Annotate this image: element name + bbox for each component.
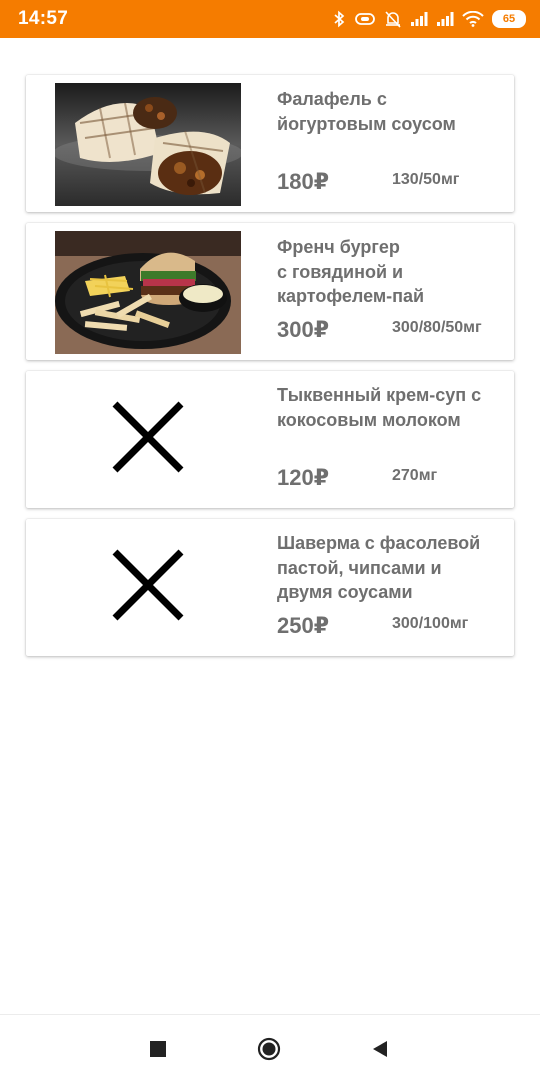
menu-list: Фалафель с йогуртовым соусом 180₽ 130/50…	[26, 75, 514, 667]
bell-off-icon	[384, 10, 402, 28]
menu-item-price: 300₽	[277, 317, 330, 342]
no-image-icon	[112, 401, 184, 473]
wifi-icon	[462, 11, 484, 27]
burger-fries-photo	[55, 231, 241, 354]
menu-item-card[interactable]: Шаверма с фасолевой пастой, чипсами и дв…	[26, 519, 514, 656]
back-button[interactable]	[368, 1037, 392, 1061]
menu-item-card[interactable]: Тыквенный крем-суп с кокосовым молоком 1…	[26, 371, 514, 508]
menu-item-weight: 300/100мг	[392, 615, 469, 632]
menu-item-card[interactable]: Фалафель с йогуртовым соусом 180₽ 130/50…	[26, 75, 514, 212]
menu-item-title: Шаверма с фасолевой пастой, чипсами и дв…	[277, 533, 481, 602]
vibrate-icon	[354, 11, 376, 27]
circle-icon	[257, 1037, 281, 1061]
menu-item-price: 120₽	[277, 465, 330, 490]
battery-level: 65	[502, 13, 516, 25]
status-icons: 65	[332, 8, 526, 30]
bluetooth-icon	[332, 10, 346, 28]
status-bar: 14:57 65	[0, 0, 540, 38]
square-icon	[150, 1041, 166, 1057]
menu-item-card[interactable]: Френч бургер с говядиной и картофелем-па…	[26, 223, 514, 360]
menu-item-price: 250₽	[277, 613, 330, 638]
menu-item-weight: 270мг	[392, 467, 438, 484]
menu-item-price: 180₽	[277, 169, 330, 194]
menu-item-weight: 130/50мг	[392, 171, 460, 188]
navigation-bar	[0, 1014, 540, 1081]
triangle-left-icon	[373, 1041, 387, 1057]
falafel-wrap-photo	[55, 83, 241, 206]
home-button[interactable]	[257, 1037, 281, 1061]
battery-icon: 65	[492, 10, 526, 28]
menu-item-title: Фалафель с йогуртовым соусом	[277, 89, 456, 134]
no-image-icon	[112, 549, 184, 621]
signal-icon	[410, 11, 428, 27]
menu-item-weight: 300/80/50мг	[392, 319, 482, 336]
status-time: 14:57	[18, 8, 69, 29]
signal-icon	[436, 11, 454, 27]
menu-item-title: Тыквенный крем-суп с кокосовым молоком	[277, 385, 482, 430]
recents-button[interactable]	[146, 1037, 170, 1061]
menu-item-title: Френч бургер с говядиной и картофелем-па…	[277, 237, 425, 306]
